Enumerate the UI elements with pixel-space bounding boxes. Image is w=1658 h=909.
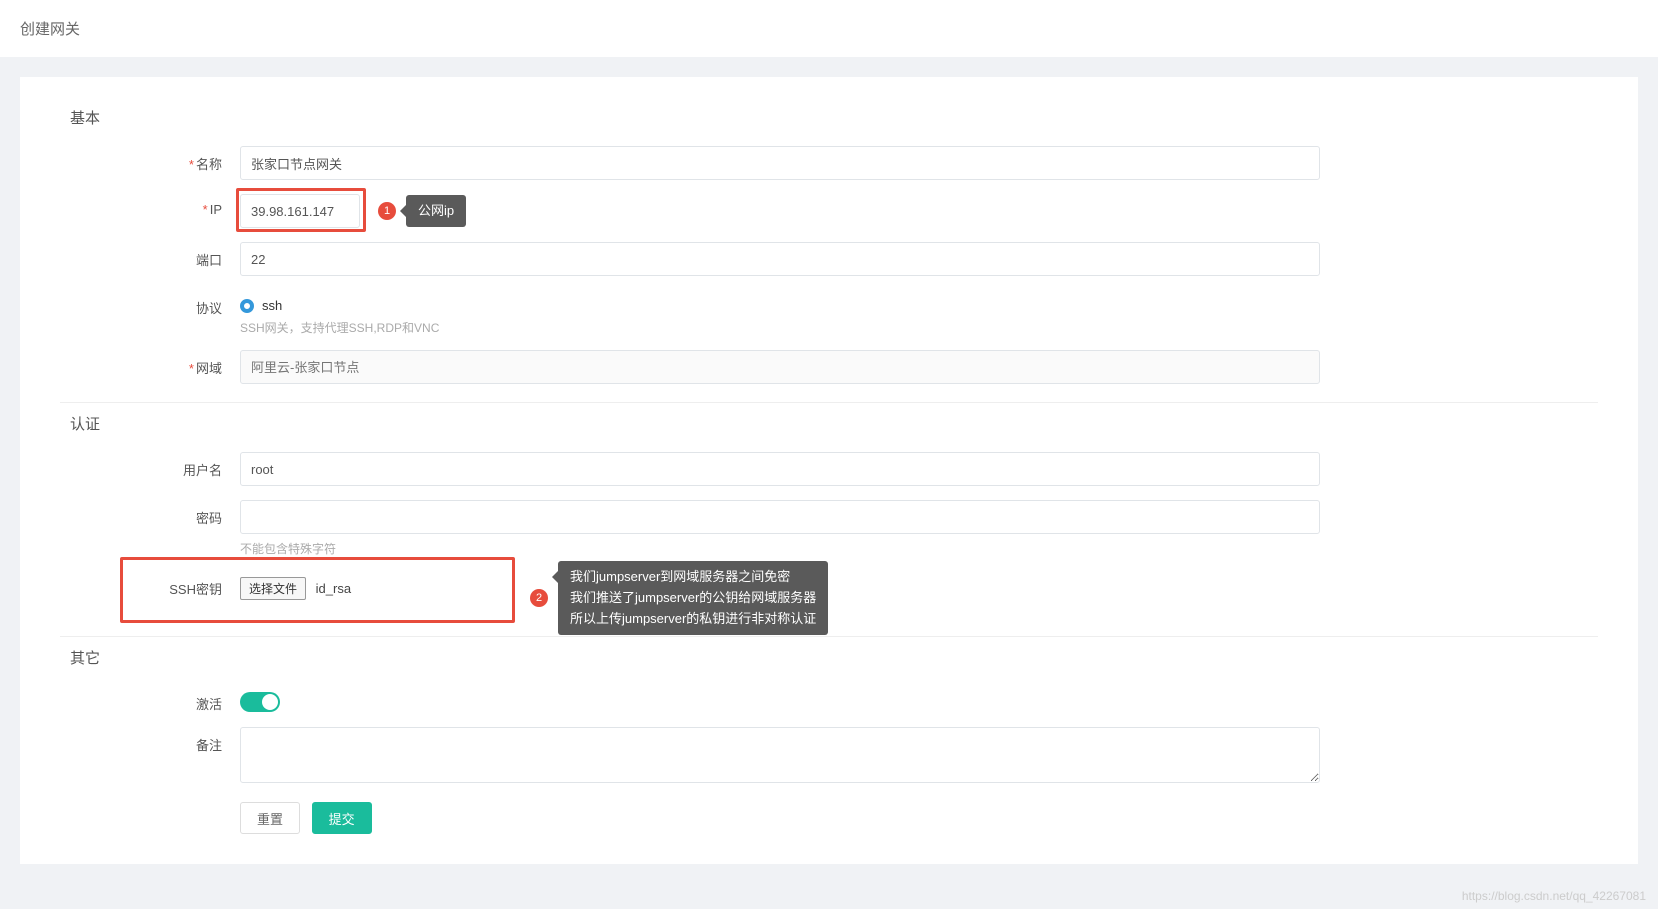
ip-input[interactable] (240, 194, 360, 228)
remark-label: 备注 (60, 727, 240, 754)
sshkey-label: SSH密钥 (60, 571, 240, 598)
file-choose-button[interactable]: 选择文件 (240, 577, 306, 600)
file-name: id_rsa (316, 581, 351, 596)
annotation-tip-2-line2: 我们推送了jumpserver的公钥给网域服务器 (570, 590, 816, 605)
divider-2 (60, 636, 1598, 637)
section-auth: 认证 (60, 413, 1598, 434)
password-help: 不能包含特殊字符 (240, 540, 1320, 557)
name-input[interactable] (240, 146, 1320, 180)
port-label: 端口 (60, 242, 240, 269)
protocol-label: 协议 (60, 290, 240, 317)
form-card: 基本 *名称 *IP 1 公网ip (20, 77, 1638, 864)
protocol-help: SSH网关，支持代理SSH,RDP和VNC (240, 319, 1320, 336)
remark-textarea[interactable] (240, 727, 1320, 783)
name-label: *名称 (60, 146, 240, 173)
name-label-text: 名称 (196, 157, 222, 172)
section-basic: 基本 (60, 107, 1598, 128)
toggle-knob-icon (262, 694, 278, 710)
watermark: https://blog.csdn.net/qq_42267081 (1462, 889, 1646, 903)
annotation-tip-2-line3: 所以上传jumpserver的私钥进行非对称认证 (570, 611, 816, 626)
annotation-badge-2-icon: 2 (530, 589, 548, 607)
password-label: 密码 (60, 500, 240, 527)
annotation-tip-2: 我们jumpserver到网域服务器之间免密 我们推送了jumpserver的公… (558, 561, 828, 635)
active-label: 激活 (60, 686, 240, 713)
annotation-badge-1-icon: 1 (378, 202, 396, 220)
ip-label-text: IP (210, 202, 222, 217)
reset-button[interactable]: 重置 (240, 802, 300, 834)
page-title: 创建网关 (0, 0, 1658, 57)
divider-1 (60, 402, 1598, 403)
domain-input[interactable] (240, 350, 1320, 384)
username-input[interactable] (240, 452, 1320, 486)
submit-button[interactable]: 提交 (312, 802, 372, 834)
section-other: 其它 (60, 647, 1598, 668)
active-toggle[interactable] (240, 692, 280, 712)
ip-label: *IP (60, 194, 240, 217)
username-label: 用户名 (60, 452, 240, 479)
password-input[interactable] (240, 500, 1320, 534)
annotation-callout-1: 1 公网ip (378, 195, 466, 228)
protocol-radio-ssh-icon[interactable] (240, 299, 254, 313)
protocol-radio-ssh-label: ssh (262, 298, 282, 313)
domain-label-text: 网域 (196, 361, 222, 376)
annotation-tip-2-line1: 我们jumpserver到网域服务器之间免密 (570, 569, 790, 584)
port-input[interactable] (240, 242, 1320, 276)
domain-label: *网域 (60, 350, 240, 377)
annotation-tip-1: 公网ip (406, 195, 466, 228)
annotation-callout-2: 2 我们jumpserver到网域服务器之间免密 我们推送了jumpserver… (530, 561, 828, 635)
